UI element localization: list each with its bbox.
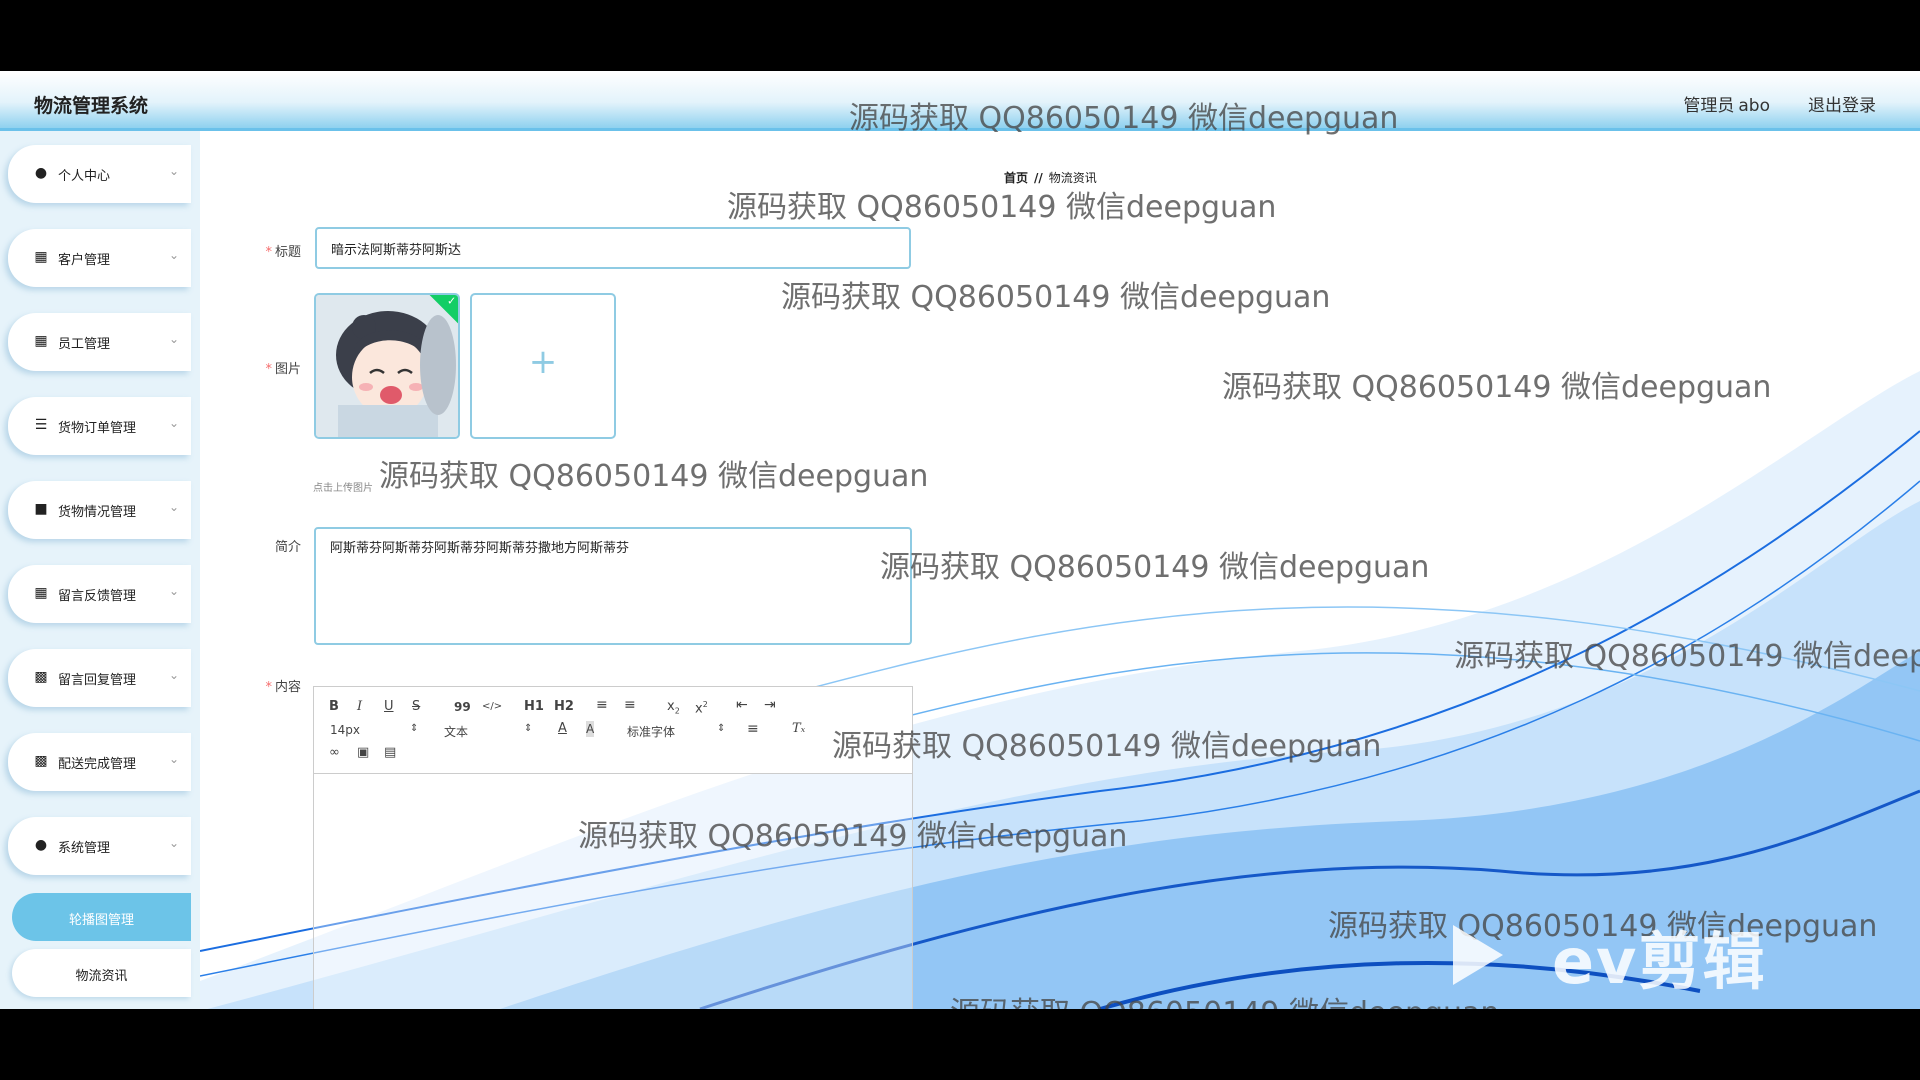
play-icon [1453, 925, 1503, 985]
sidebar-subitem-news[interactable]: 物流资讯 [12, 949, 191, 997]
top-header: 物流管理系统 管理员 abo 退出登录 [0, 71, 1920, 131]
chevron-down-icon: ⌄ [168, 500, 179, 514]
sidebar-item-system[interactable]: ● 系统管理 ⌄ [8, 817, 191, 875]
blockquote-button[interactable]: 99 [454, 699, 471, 715]
breadcrumb: 首页 // 物流资讯 [1004, 169, 1097, 186]
current-user: 管理员 abo [1683, 91, 1770, 116]
chevron-down-icon: ⌄ [168, 164, 179, 178]
title-input[interactable] [315, 227, 911, 269]
sidebar-item-label: 货物订单管理 [58, 421, 137, 436]
subscript-button[interactable]: x2 [667, 699, 680, 720]
align-left-icon[interactable]: ≡ [747, 721, 759, 737]
chevron-down-icon: ⌄ [168, 584, 179, 598]
sidebar-item-goods-status[interactable]: ■ 货物情况管理 ⌄ [8, 481, 191, 539]
italic-button[interactable]: I [357, 699, 362, 715]
plus-icon: + [528, 342, 558, 382]
select-arrow-icon: ⇕ [410, 723, 419, 734]
text-type-select[interactable]: 文本 ⇕ [444, 723, 534, 740]
user-name: abo [1738, 96, 1770, 116]
anime-avatar-image [316, 295, 458, 437]
brand-watermark: ev剪辑 [1552, 925, 1767, 998]
superscript-button[interactable]: x2 [695, 697, 708, 717]
required-mark: * [265, 245, 272, 260]
uploaded-image-thumbnail[interactable]: ✓ [314, 293, 460, 439]
sidebar-item-employees[interactable]: ▦ 员工管理 ⌄ [8, 313, 191, 371]
user-icon: ● [34, 837, 48, 853]
clipboard-icon: ▩ [34, 753, 48, 769]
sidebar: ● 个人中心 ⌄ ▦ 客户管理 ⌄ ▦ 员工管理 ⌄ ☰ 货物订单管理 ⌄ ■ … [0, 131, 200, 1009]
briefcase-icon: ■ [34, 501, 48, 517]
link-icon[interactable]: ∞ [329, 745, 340, 761]
font-color-icon[interactable]: A [558, 721, 567, 737]
sidebar-item-label: 留言回复管理 [58, 673, 137, 688]
sidebar-item-goods-orders[interactable]: ☰ 货物订单管理 ⌄ [8, 397, 191, 455]
breadcrumb-home[interactable]: 首页 [1004, 171, 1028, 185]
content-label: * 内容 [265, 680, 301, 695]
select-arrow-icon: ⇕ [717, 723, 726, 734]
chevron-down-icon: ⌄ [168, 332, 179, 346]
app-window: 物流管理系统 管理员 abo 退出登录 ● 个人中心 ⌄ ▦ 客户管理 ⌄ ▦ 员… [0, 71, 1920, 1009]
sidebar-subitem-label: 物流资讯 [75, 969, 128, 984]
background-color-icon[interactable]: A [586, 721, 595, 737]
image-upload-button[interactable]: + [470, 293, 616, 439]
clear-format-icon[interactable]: Tₓ [792, 721, 805, 737]
logout-link[interactable]: 退出登录 [1808, 91, 1876, 116]
sidebar-item-label: 配送完成管理 [58, 757, 137, 772]
sidebar-subitem-label: 轮播图管理 [68, 913, 134, 928]
required-mark: * [265, 680, 272, 695]
sidebar-item-replies[interactable]: ▩ 留言回复管理 ⌄ [8, 649, 191, 707]
bullet-list-icon[interactable]: ≡ [624, 697, 636, 713]
sidebar-item-label: 员工管理 [58, 337, 111, 352]
bold-button[interactable]: B [329, 699, 339, 715]
chevron-down-icon: ⌄ [168, 668, 179, 682]
user-icon: ● [34, 165, 48, 181]
chevron-down-icon: ⌄ [168, 752, 179, 766]
title-label: * 标题 [265, 245, 301, 260]
editor-toolbar: B I U S 99 </> H1 H2 ≡ ≡ x2 x2 ⇤ ⇥ 14px ⇕… [314, 687, 912, 774]
code-block-button[interactable]: </> [482, 699, 502, 715]
h2-button[interactable]: H2 [554, 699, 574, 715]
video-icon[interactable]: ▤ [384, 745, 396, 761]
image-label: * 图片 [265, 362, 301, 377]
breadcrumb-separator: // [1034, 171, 1043, 185]
underline-button[interactable]: U [384, 699, 394, 715]
ordered-list-icon[interactable]: ≡ [596, 697, 608, 713]
upload-tip: 点击上传图片 [313, 483, 373, 494]
h1-button[interactable]: H1 [524, 699, 544, 715]
check-icon: ✓ [447, 294, 457, 308]
user-role: 管理员 [1683, 96, 1735, 116]
strike-button[interactable]: S [412, 699, 420, 715]
chevron-down-icon: ⌄ [168, 836, 179, 850]
sidebar-item-personal-center[interactable]: ● 个人中心 ⌄ [8, 145, 191, 203]
grid-icon: ▦ [34, 249, 48, 265]
font-size-select[interactable]: 14px ⇕ [330, 723, 420, 737]
intro-textarea[interactable]: 阿斯蒂芬阿斯蒂芬阿斯蒂芬阿斯蒂芬撒地方阿斯蒂芬 [314, 527, 912, 645]
indent-icon[interactable]: ⇥ [764, 697, 776, 713]
sidebar-item-feedback[interactable]: ▦ 留言反馈管理 ⌄ [8, 565, 191, 623]
sidebar-item-label: 系统管理 [58, 841, 111, 856]
clipboard-icon: ▩ [34, 669, 48, 685]
grid-icon: ▦ [34, 585, 48, 601]
breadcrumb-current: 物流资讯 [1048, 171, 1097, 185]
chevron-down-icon: ⌄ [168, 248, 179, 262]
select-arrow-icon: ⇕ [524, 723, 533, 734]
sidebar-item-customers[interactable]: ▦ 客户管理 ⌄ [8, 229, 191, 287]
chevron-down-icon: ⌄ [168, 416, 179, 430]
main-content: 首页//物流资讯 *标题 *图片 ✓ + 点 [200, 131, 1920, 1009]
sidebar-item-label: 留言反馈管理 [58, 589, 137, 604]
image-icon[interactable]: ▣ [357, 745, 369, 761]
intro-label: 简介 [274, 540, 301, 555]
sidebar-item-delivery-done[interactable]: ▩ 配送完成管理 ⌄ [8, 733, 191, 791]
sidebar-subitem-carousel[interactable]: 轮播图管理 [12, 893, 191, 941]
sidebar-item-label: 个人中心 [58, 169, 111, 184]
outdent-icon[interactable]: ⇤ [736, 697, 748, 713]
grid-icon: ▦ [34, 333, 48, 349]
app-title: 物流管理系统 [34, 95, 149, 117]
required-mark: * [265, 362, 272, 377]
sidebar-item-label: 货物情况管理 [58, 505, 137, 520]
rich-text-editor: B I U S 99 </> H1 H2 ≡ ≡ x2 x2 ⇤ ⇥ 14px ⇕… [313, 686, 913, 1009]
font-family-select[interactable]: 标准字体 ⇕ [627, 723, 727, 740]
sidebar-item-label: 客户管理 [58, 253, 111, 268]
list-icon: ☰ [34, 417, 48, 433]
